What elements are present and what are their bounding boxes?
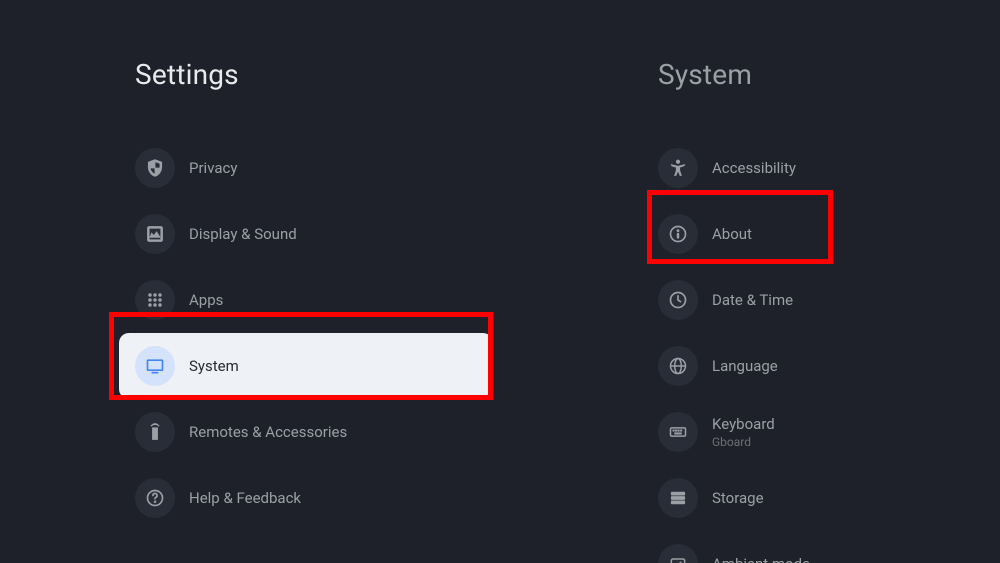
settings-item-help[interactable]: Help & Feedback [135, 465, 523, 531]
settings-item-apps[interactable]: Apps [135, 267, 523, 333]
system-item-keyboard[interactable]: Keyboard Gboard [658, 399, 1000, 465]
remote-icon [135, 412, 175, 452]
system-item-label: Keyboard [712, 415, 775, 433]
system-item-label: Storage [712, 489, 764, 507]
system-item-sublabel: Gboard [712, 435, 775, 449]
tv-icon [135, 346, 175, 386]
globe-icon [658, 346, 698, 386]
settings-item-label: Help & Feedback [189, 489, 301, 507]
system-item-label: Date & Time [712, 291, 793, 309]
help-icon [135, 478, 175, 518]
system-item-about[interactable]: About [658, 201, 1000, 267]
storage-icon [658, 478, 698, 518]
system-item-label: Ambient mode [712, 555, 810, 563]
settings-item-label: Privacy [189, 159, 237, 177]
grid-icon [135, 280, 175, 320]
keyboard-icon [658, 412, 698, 452]
accessibility-icon [658, 148, 698, 188]
settings-app: Settings Privacy Display & Sound Apps [0, 0, 1000, 563]
system-item-datetime[interactable]: Date & Time [658, 267, 1000, 333]
settings-item-display[interactable]: Display & Sound [135, 201, 523, 267]
settings-item-label: Apps [189, 291, 223, 309]
settings-title: Settings [135, 58, 523, 91]
ambient-icon [658, 544, 698, 563]
system-title: System [658, 58, 1000, 91]
settings-item-system[interactable]: System [119, 333, 493, 399]
settings-item-privacy[interactable]: Privacy [135, 135, 523, 201]
shield-icon [135, 148, 175, 188]
info-icon [658, 214, 698, 254]
clock-icon [658, 280, 698, 320]
system-item-ambient[interactable]: Ambient mode [658, 531, 1000, 563]
system-item-accessibility[interactable]: Accessibility [658, 135, 1000, 201]
settings-item-label: Remotes & Accessories [189, 423, 347, 441]
system-item-storage[interactable]: Storage [658, 465, 1000, 531]
settings-item-label: System [189, 357, 239, 375]
system-item-label: Accessibility [712, 159, 796, 177]
system-item-language[interactable]: Language [658, 333, 1000, 399]
settings-item-remotes[interactable]: Remotes & Accessories [135, 399, 523, 465]
system-column: System Accessibility About Date & Time [523, 0, 1000, 563]
image-icon [135, 214, 175, 254]
system-item-label: Language [712, 357, 778, 375]
system-list: Accessibility About Date & Time Language [658, 135, 1000, 563]
settings-list: Privacy Display & Sound Apps System [135, 135, 523, 531]
system-item-label: About [712, 225, 752, 243]
settings-column: Settings Privacy Display & Sound Apps [0, 0, 523, 563]
settings-item-label: Display & Sound [189, 225, 297, 243]
